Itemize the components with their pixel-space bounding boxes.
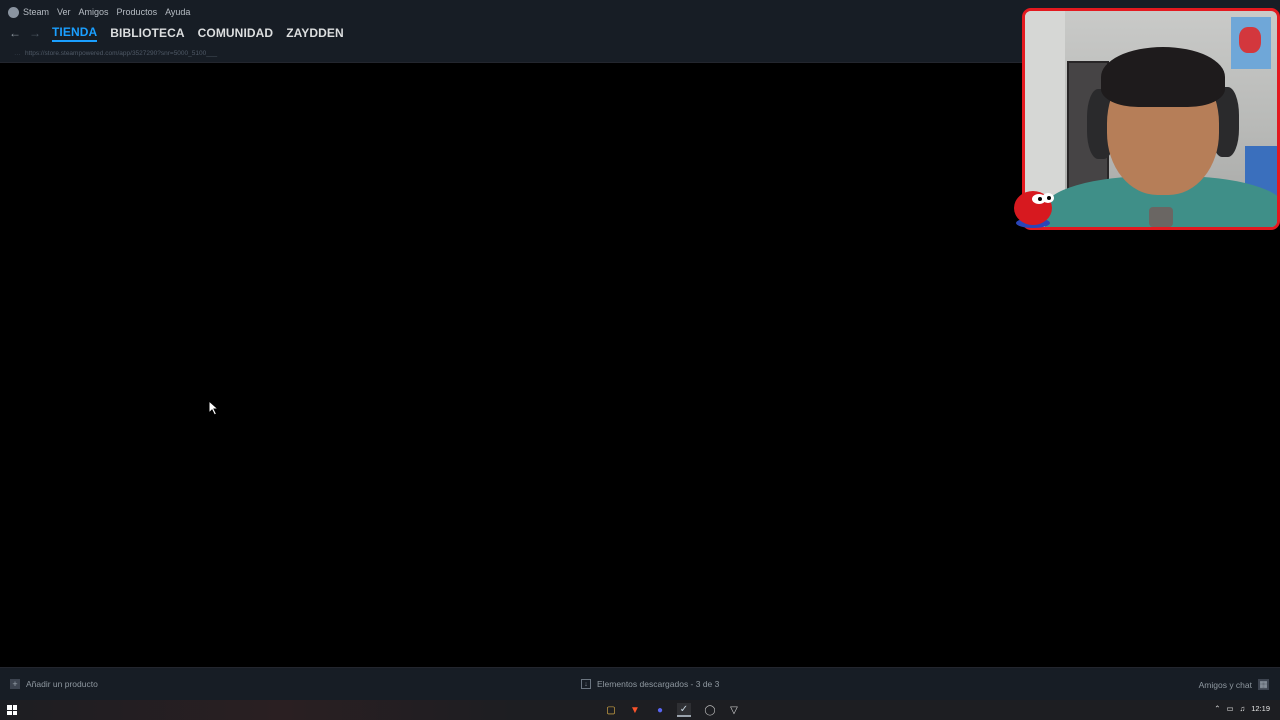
menu-amigos[interactable]: Amigos	[79, 7, 109, 17]
menu-ayuda[interactable]: Ayuda	[165, 7, 190, 17]
folder-icon[interactable]: ▢	[604, 703, 618, 717]
downloads-status[interactable]: ↓ Elementos descargados - 3 de 3	[581, 679, 719, 689]
tab-biblioteca[interactable]: BIBLIOTECA	[110, 26, 184, 40]
webcam-overlay	[1022, 8, 1280, 230]
menu-productos[interactable]: Productos	[117, 7, 158, 17]
mouse-cursor-icon	[208, 400, 220, 416]
tab-tienda[interactable]: TIENDA	[52, 25, 98, 42]
volume-icon[interactable]: ♫	[1240, 704, 1246, 713]
friends-chat-button[interactable]: Amigos y chat ▦	[1199, 679, 1269, 690]
system-tray: ⌃ ▭ ♫ 12:19	[1208, 704, 1270, 713]
friends-chat-label: Amigos y chat	[1198, 679, 1252, 690]
menu-ver[interactable]: Ver	[57, 7, 71, 17]
downloads-label: Elementos descargados - 3 de 3	[597, 679, 720, 689]
url-text[interactable]: https://store.steampowered.com/app/35272…	[25, 50, 217, 57]
tab-comunidad[interactable]: COMUNIDAD	[198, 26, 274, 40]
add-product-label: Añadir un producto	[26, 679, 98, 689]
tab-profile[interactable]: ZAYDDEN	[286, 26, 344, 40]
network-icon[interactable]: ▭	[1227, 704, 1234, 713]
steam-logo-icon	[8, 6, 19, 18]
windows-taskbar: ▢ ▼ ● ✓ ◯ ▽ ⌃ ▭ ♫ 12:19	[0, 700, 1280, 720]
arrow-right-icon[interactable]: →	[28, 26, 42, 40]
clock-text[interactable]: 12:19	[1251, 704, 1270, 713]
brave-icon[interactable]: ▼	[628, 703, 642, 717]
friends-icon: ▦	[1258, 679, 1269, 690]
poster	[1231, 17, 1271, 69]
steam-icon[interactable]: ✓	[677, 703, 691, 717]
add-product-button[interactable]: + Añadir un producto	[10, 679, 98, 689]
vivaldi-icon[interactable]: ▽	[727, 703, 741, 717]
plus-icon: +	[10, 679, 20, 689]
download-icon: ↓	[581, 679, 591, 689]
discord-icon[interactable]: ●	[653, 703, 667, 717]
status-bar: + Añadir un producto ↓ Elementos descarg…	[0, 667, 1280, 701]
loading-icon: …	[14, 49, 21, 57]
arrow-left-icon[interactable]: ←	[8, 26, 22, 40]
windows-start-icon[interactable]	[7, 705, 17, 715]
chevron-up-icon[interactable]: ⌃	[1214, 704, 1220, 713]
menu-steam[interactable]: Steam	[23, 7, 49, 17]
microphone	[1149, 207, 1173, 227]
pepe-emote-icon	[1014, 191, 1054, 228]
clock-icon[interactable]: ◯	[703, 703, 717, 717]
